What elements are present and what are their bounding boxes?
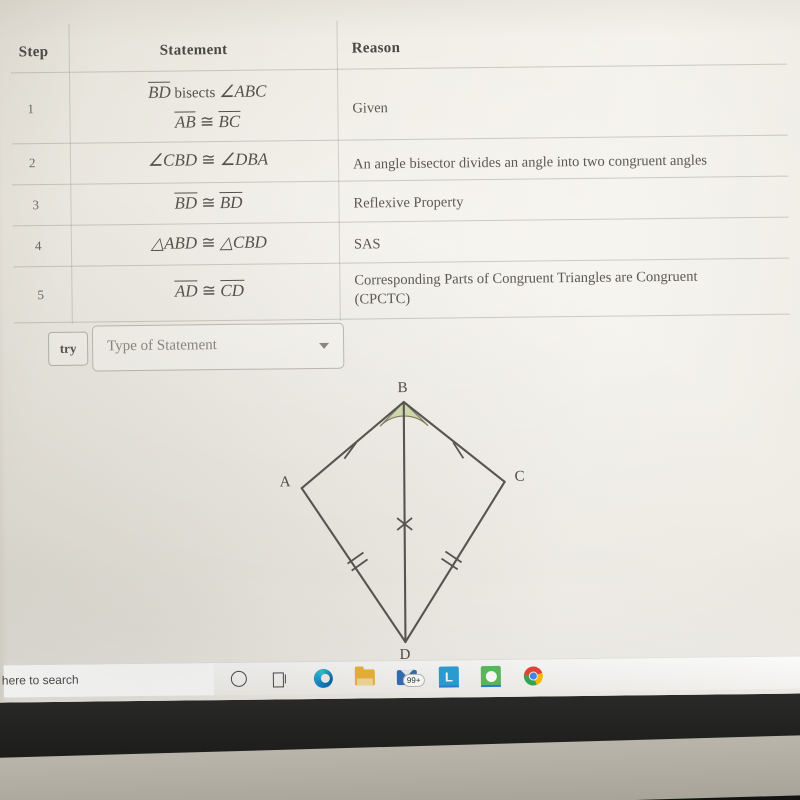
page-content: Step Statement Reason 1 BD bisects ∠ABC … (0, 0, 800, 705)
chevron-down-icon[interactable] (319, 342, 330, 349)
table-row-statement-3: BD ≅ BD (174, 191, 243, 213)
kite-outline (300, 400, 506, 644)
green-app-icon[interactable] (480, 665, 502, 688)
table-row-statement-4: △ABD ≅ △CBD (150, 232, 268, 253)
edge-icon[interactable] (312, 667, 334, 689)
mail-icon[interactable]: 99+ (396, 666, 425, 688)
vertex-label-a: A (279, 474, 291, 491)
segment-ab (300, 400, 405, 490)
segment-bc (402, 400, 506, 483)
row-divider-5 (13, 313, 790, 324)
table-row-statement-5: AD ≅ CD (174, 279, 245, 301)
task-view-icon[interactable] (270, 667, 292, 689)
table-row-step-3: 3 (32, 197, 40, 213)
table-row-reason-4: SAS (353, 236, 381, 253)
table-row-reason-3: Reflexive Property (353, 194, 464, 212)
taskbar-icon-strip: 99+ L (228, 659, 544, 695)
segment-ad (300, 487, 407, 644)
statement-type-placeholder: Type of Statement (107, 337, 217, 355)
table-row-statement-2: ∠CBD ≅ ∠DBA (147, 149, 269, 170)
column-divider-statement (336, 20, 341, 321)
cortana-icon[interactable] (228, 668, 250, 690)
vertex-label-c: C (514, 468, 525, 485)
try-button[interactable]: try (47, 331, 89, 367)
column-header-reason: Reason (351, 40, 401, 57)
vertex-label-b: B (397, 379, 408, 397)
table-row-reason-1: Given (352, 100, 388, 117)
kite-diagram-svg (300, 400, 506, 644)
lightshot-icon-letter: L (438, 666, 459, 687)
taskbar-search-text: here to search (1, 672, 79, 688)
lightshot-icon[interactable]: L (438, 665, 460, 688)
column-header-step: Step (18, 44, 49, 61)
table-row-step-1: 1 (27, 101, 34, 117)
kite-diagram: B A C D (230, 368, 593, 672)
table-row-step-2: 2 (28, 155, 36, 171)
table-row-step-5: 5 (37, 287, 45, 303)
taskbar-search-box[interactable]: here to search (1, 663, 215, 698)
table-row-step-4: 4 (34, 238, 42, 254)
chrome-icon[interactable] (522, 664, 544, 686)
row-divider-header (10, 63, 787, 74)
column-divider-step (68, 23, 73, 324)
laptop-screen: Step Statement Reason 1 BD bisects ∠ABC … (0, 0, 800, 703)
row-divider-1 (11, 134, 788, 145)
windows-taskbar: here to search 99+ L (1, 655, 800, 698)
file-explorer-icon[interactable] (354, 666, 376, 688)
segment-cd (404, 480, 506, 644)
column-header-statement: Statement (159, 41, 228, 59)
mail-unread-badge: 99+ (402, 673, 425, 688)
tick-double-ad (347, 551, 369, 572)
table-row-reason-5: Corresponding Parts of Congruent Triangl… (354, 268, 698, 308)
row-divider-2 (12, 175, 789, 186)
statement-type-select[interactable]: Type of Statement (91, 322, 345, 372)
row-divider-3 (12, 216, 789, 227)
screenshot-root: Step Statement Reason 1 BD bisects ∠ABC … (0, 0, 800, 800)
table-row-statement-1: BD bisects ∠ABC AB ≅ BC (147, 81, 267, 132)
row-divider-4 (13, 257, 790, 268)
table-row-reason-2: An angle bisector divides an angle into … (352, 152, 708, 173)
